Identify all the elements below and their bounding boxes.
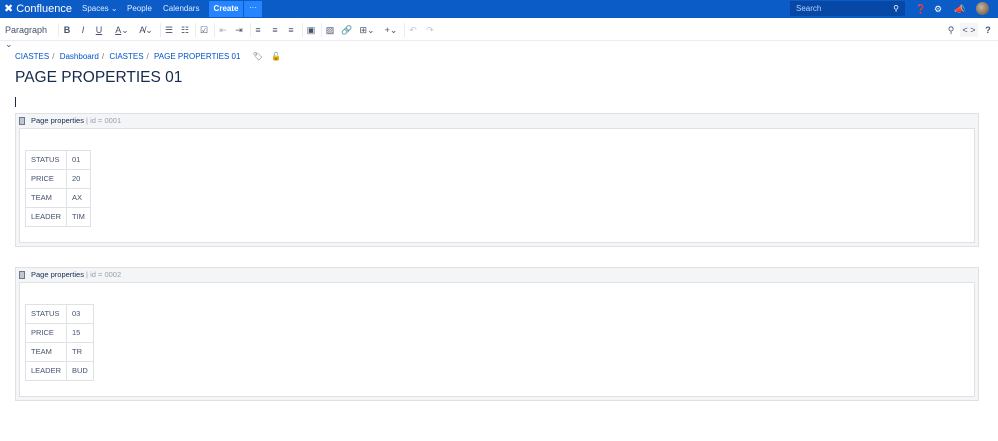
italic-icon[interactable]: I: [78, 23, 88, 37]
table-cell[interactable]: STATUS: [24, 150, 68, 170]
unlock-icon[interactable]: 🔓: [271, 52, 281, 61]
table-cell[interactable]: TIM: [66, 207, 91, 227]
page-properties-macro[interactable]: Page properties | id = 0001 STATUS 01 PRI…: [15, 113, 979, 247]
gear-icon[interactable]: ⚙: [934, 0, 942, 18]
table-cell[interactable]: LEADER: [24, 207, 68, 227]
text-cursor: [15, 97, 16, 107]
breadcrumb-item[interactable]: PAGE PROPERTIES 01: [154, 52, 240, 61]
table-cell[interactable]: 20: [66, 169, 91, 189]
macro-body[interactable]: STATUS 03 PRICE 15 TEAM TR LEADER BUD: [19, 282, 975, 397]
table-row: PRICE 15: [24, 323, 94, 343]
find-replace-icon[interactable]: ⚲: [946, 23, 956, 37]
paragraph-style-dropdown[interactable]: Paragraph ⌄: [5, 23, 53, 49]
align-left-icon[interactable]: ≡: [253, 23, 263, 37]
align-center-icon[interactable]: ≡: [270, 23, 280, 37]
notifications-icon[interactable]: 📣: [954, 0, 965, 18]
divider: [214, 23, 215, 37]
page-layout-icon[interactable]: ▣: [305, 23, 317, 37]
table-cell[interactable]: STATUS: [24, 304, 68, 324]
table-cell[interactable]: TEAM: [24, 188, 68, 208]
insert-more-icon[interactable]: +⌄: [382, 23, 400, 37]
table-cell[interactable]: PRICE: [24, 323, 68, 343]
properties-table: STATUS 01 PRICE 20 TEAM AX LEADER TIM: [24, 150, 91, 227]
label-tag-icon[interactable]: 🏷: [253, 52, 263, 61]
table-icon[interactable]: ⊞⌄: [358, 23, 376, 37]
table-cell[interactable]: AX: [66, 188, 91, 208]
table-cell[interactable]: TR: [66, 342, 94, 362]
create-button[interactable]: Create: [209, 1, 243, 17]
avatar[interactable]: [976, 2, 989, 15]
confluence-logo[interactable]: ✖ Confluence: [4, 0, 72, 18]
table-row: PRICE 20: [24, 169, 91, 189]
top-navigation: ✖ Confluence Spaces ⌄ People Calendars C…: [0, 0, 998, 18]
undo-icon[interactable]: ↶: [408, 23, 418, 37]
macro-header: Page properties | id = 0001: [16, 114, 978, 128]
underline-icon[interactable]: U: [94, 23, 104, 37]
search-input[interactable]: Search ⚲: [790, 1, 905, 16]
source-editor-button[interactable]: < >: [960, 23, 978, 37]
text-color-icon[interactable]: A⌄: [113, 23, 131, 37]
nav-people[interactable]: People: [127, 0, 152, 18]
page-title[interactable]: PAGE PROPERTIES 01: [15, 69, 182, 87]
book-icon: [19, 271, 25, 279]
divider: [160, 23, 161, 37]
bold-icon[interactable]: B: [62, 23, 72, 37]
table-cell[interactable]: 15: [66, 323, 94, 343]
text-format-more-icon[interactable]: A̸⌄: [137, 23, 155, 37]
image-icon[interactable]: ▨: [325, 23, 335, 37]
indent-icon[interactable]: ⇥: [234, 23, 244, 37]
divider: [321, 23, 322, 37]
divider: [195, 23, 196, 37]
outdent-icon[interactable]: ⇤: [218, 23, 228, 37]
bullet-list-icon[interactable]: ☰: [164, 23, 174, 37]
table-row: TEAM TR: [24, 342, 94, 362]
create-more-button[interactable]: ···: [244, 1, 262, 17]
table-row: LEADER TIM: [24, 207, 91, 227]
table-cell[interactable]: BUD: [66, 361, 94, 381]
table-cell[interactable]: PRICE: [24, 169, 68, 189]
confluence-x-icon: ✖: [4, 3, 14, 15]
editor-toolbar: Paragraph ⌄ B I U A⌄ A̸⌄ ☰ ☷ ☑ ⇤ ⇥ ≡ ≡ ≡…: [0, 19, 998, 49]
table-cell[interactable]: 01: [66, 150, 91, 170]
macro-header: Page properties | id = 0002: [16, 268, 978, 282]
divider: [250, 23, 251, 37]
breadcrumb-item[interactable]: CIASTES: [109, 52, 143, 61]
breadcrumb-item[interactable]: CIASTES: [15, 52, 49, 61]
task-list-icon[interactable]: ☑: [199, 23, 209, 37]
nav-calendars[interactable]: Calendars: [163, 0, 199, 18]
divider: [58, 23, 59, 37]
breadcrumb-item[interactable]: Dashboard: [60, 52, 99, 61]
link-icon[interactable]: 🔗: [341, 23, 352, 37]
keyboard-help-button[interactable]: ?: [983, 23, 993, 37]
divider: [302, 23, 303, 37]
table-row: LEADER BUD: [24, 361, 94, 381]
breadcrumb: CIASTES / Dashboard / CIASTES / PAGE PROPER…: [15, 52, 282, 61]
book-icon: [19, 117, 25, 125]
table-row: STATUS 03: [24, 304, 94, 324]
page-properties-macro[interactable]: Page properties | id = 0002 STATUS 03 PRI…: [15, 267, 979, 401]
divider: [404, 23, 405, 37]
properties-table: STATUS 03 PRICE 15 TEAM TR LEADER BUD: [24, 304, 94, 381]
redo-icon[interactable]: ↷: [425, 23, 435, 37]
numbered-list-icon[interactable]: ☷: [180, 23, 190, 37]
table-cell[interactable]: LEADER: [24, 361, 68, 381]
search-icon: ⚲: [893, 4, 899, 13]
table-row: TEAM AX: [24, 188, 91, 208]
help-icon[interactable]: ❓: [915, 0, 926, 18]
nav-spaces[interactable]: Spaces ⌄: [82, 0, 118, 18]
table-cell[interactable]: TEAM: [24, 342, 68, 362]
macro-body[interactable]: STATUS 01 PRICE 20 TEAM AX LEADER TIM: [19, 128, 975, 243]
align-right-icon[interactable]: ≡: [286, 23, 296, 37]
table-row: STATUS 01: [24, 150, 91, 170]
table-cell[interactable]: 03: [66, 304, 94, 324]
